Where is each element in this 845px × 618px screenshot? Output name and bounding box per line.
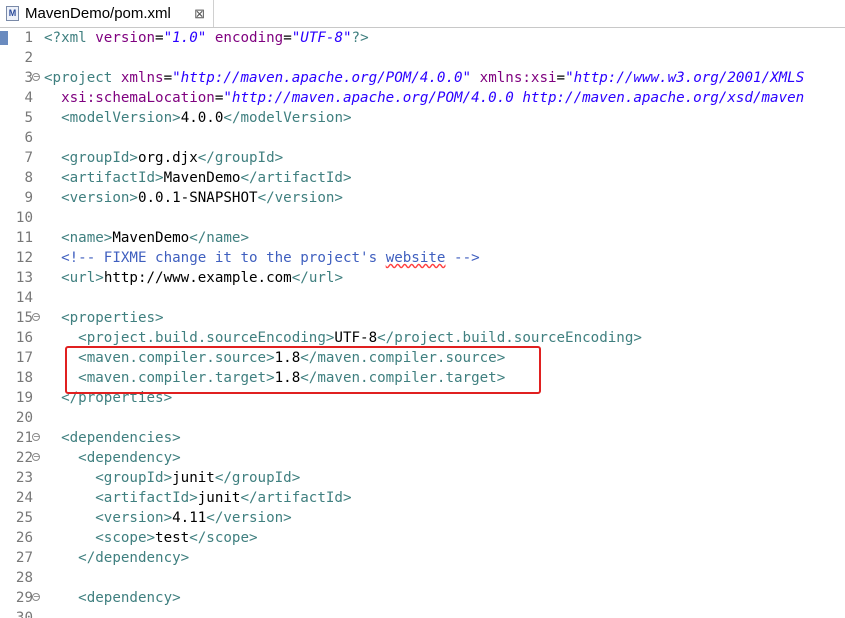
line-number: 25 <box>15 510 33 526</box>
line-number: 24 <box>15 490 33 506</box>
code-line[interactable]: 16 <project.build.sourceEncoding>UTF-8</… <box>0 328 845 348</box>
code-text: <scope>test</scope> <box>95 530 258 546</box>
line-number: 26 <box>15 530 33 546</box>
line-number: 17 <box>15 350 33 366</box>
code-text: <?xml version="1.0" encoding="UTF-8"?> <box>44 30 369 46</box>
line-number: 4 <box>24 90 33 106</box>
code-line[interactable]: 8 <artifactId>MavenDemo</artifactId> <box>0 168 845 188</box>
line-number: 19 <box>15 390 33 406</box>
code-line[interactable]: 10 <box>0 208 845 228</box>
line-number: 14 <box>15 290 33 306</box>
code-line[interactable]: 6 <box>0 128 845 148</box>
code-line[interactable]: 29− <dependency> <box>0 588 845 608</box>
code-line[interactable]: 28 <box>0 568 845 588</box>
fold-toggle-icon[interactable]: − <box>32 73 40 81</box>
code-text: </dependency> <box>78 550 190 566</box>
code-text: <project xmlns="http://maven.apache.org/… <box>44 70 805 86</box>
code-text: <name>MavenDemo</name> <box>61 230 250 246</box>
line-number: 12 <box>15 250 33 266</box>
line-number: 10 <box>15 210 33 226</box>
code-text: <version>0.0.1-SNAPSHOT</version> <box>61 190 343 206</box>
line-number: 15 <box>15 310 33 326</box>
line-number: 11 <box>15 230 33 246</box>
code-line[interactable]: 15− <properties> <box>0 308 845 328</box>
code-text: <properties> <box>61 310 164 326</box>
fold-toggle-icon[interactable]: − <box>32 433 40 441</box>
code-line[interactable]: 13 <url>http://www.example.com</url> <box>0 268 845 288</box>
line-number: 30 <box>15 610 33 618</box>
line-number: 20 <box>15 410 33 426</box>
code-text: xsi:schemaLocation="http://maven.apache.… <box>61 90 805 106</box>
code-text: <groupId>org.djx</groupId> <box>61 150 284 166</box>
fold-toggle-icon[interactable]: − <box>32 593 40 601</box>
line-number: 6 <box>24 130 33 146</box>
code-line[interactable]: 9 <version>0.0.1-SNAPSHOT</version> <box>0 188 845 208</box>
close-icon[interactable]: ⊠ <box>194 6 205 22</box>
code-line[interactable]: 20 <box>0 408 845 428</box>
code-line[interactable]: 11 <name>MavenDemo</name> <box>0 228 845 248</box>
code-line[interactable]: 2 <box>0 48 845 68</box>
line-number: 28 <box>15 570 33 586</box>
code-text: <!-- FIXME change it to the project's we… <box>61 250 480 266</box>
line-number: 18 <box>15 370 33 386</box>
code-text: <project.build.sourceEncoding>UTF-8</pro… <box>78 330 642 346</box>
code-editor[interactable]: 1 <?xml version="1.0" encoding="UTF-8"?> 2… <box>0 28 845 618</box>
code-text: <dependencies> <box>61 430 181 446</box>
editor-tab-bar: M MavenDemo/pom.xml ⊠ <box>0 0 845 28</box>
fold-toggle-icon[interactable]: − <box>32 313 40 321</box>
line-number: 7 <box>24 150 33 166</box>
code-line[interactable]: 26 <scope>test</scope> <box>0 528 845 548</box>
code-line[interactable]: 5 <modelVersion>4.0.0</modelVersion> <box>0 108 845 128</box>
code-line[interactable]: 25 <version>4.11</version> <box>0 508 845 528</box>
code-text: <version>4.11</version> <box>95 510 292 526</box>
line-number: 1 <box>24 30 33 46</box>
line-number: 2 <box>24 50 33 66</box>
highlight-box <box>65 346 541 394</box>
line-number: 13 <box>15 270 33 286</box>
line-number: 3 <box>24 70 33 86</box>
line-number: 29 <box>15 590 33 606</box>
line-number: 21 <box>15 430 33 446</box>
code-line[interactable]: 22− <dependency> <box>0 448 845 468</box>
line-number: 9 <box>24 190 33 206</box>
line-number: 22 <box>15 450 33 466</box>
code-line[interactable]: 23 <groupId>junit</groupId> <box>0 468 845 488</box>
code-text: <artifactId>junit</artifactId> <box>95 490 352 506</box>
code-line[interactable]: 24 <artifactId>junit</artifactId> <box>0 488 845 508</box>
code-line[interactable]: 14 <box>0 288 845 308</box>
line-number: 23 <box>15 470 33 486</box>
code-line[interactable]: 21− <dependencies> <box>0 428 845 448</box>
line-number: 16 <box>15 330 33 346</box>
tab-pom-xml[interactable]: M MavenDemo/pom.xml ⊠ <box>0 0 214 27</box>
code-line[interactable]: 7 <groupId>org.djx</groupId> <box>0 148 845 168</box>
code-text: <artifactId>MavenDemo</artifactId> <box>61 170 352 186</box>
line-number: 27 <box>15 550 33 566</box>
fold-toggle-icon[interactable]: − <box>32 453 40 461</box>
code-line[interactable]: 4 xsi:schemaLocation="http://maven.apach… <box>0 88 845 108</box>
code-text: <modelVersion>4.0.0</modelVersion> <box>61 110 352 126</box>
code-line[interactable]: 30 <box>0 608 845 618</box>
code-line[interactable]: 1 <?xml version="1.0" encoding="UTF-8"?> <box>0 28 845 48</box>
maven-file-icon: M <box>6 6 19 21</box>
code-text: <dependency> <box>78 450 181 466</box>
code-text: <dependency> <box>78 590 181 606</box>
code-line[interactable]: 3− <project xmlns="http://maven.apache.or… <box>0 68 845 88</box>
code-text: <groupId>junit</groupId> <box>95 470 301 486</box>
code-line[interactable]: 27 </dependency> <box>0 548 845 568</box>
line-number: 8 <box>24 170 33 186</box>
tab-title: MavenDemo/pom.xml <box>25 5 171 22</box>
code-text: <url>http://www.example.com</url> <box>61 270 343 286</box>
line-number: 5 <box>24 110 33 126</box>
code-line[interactable]: 12 <!-- FIXME change it to the project's… <box>0 248 845 268</box>
